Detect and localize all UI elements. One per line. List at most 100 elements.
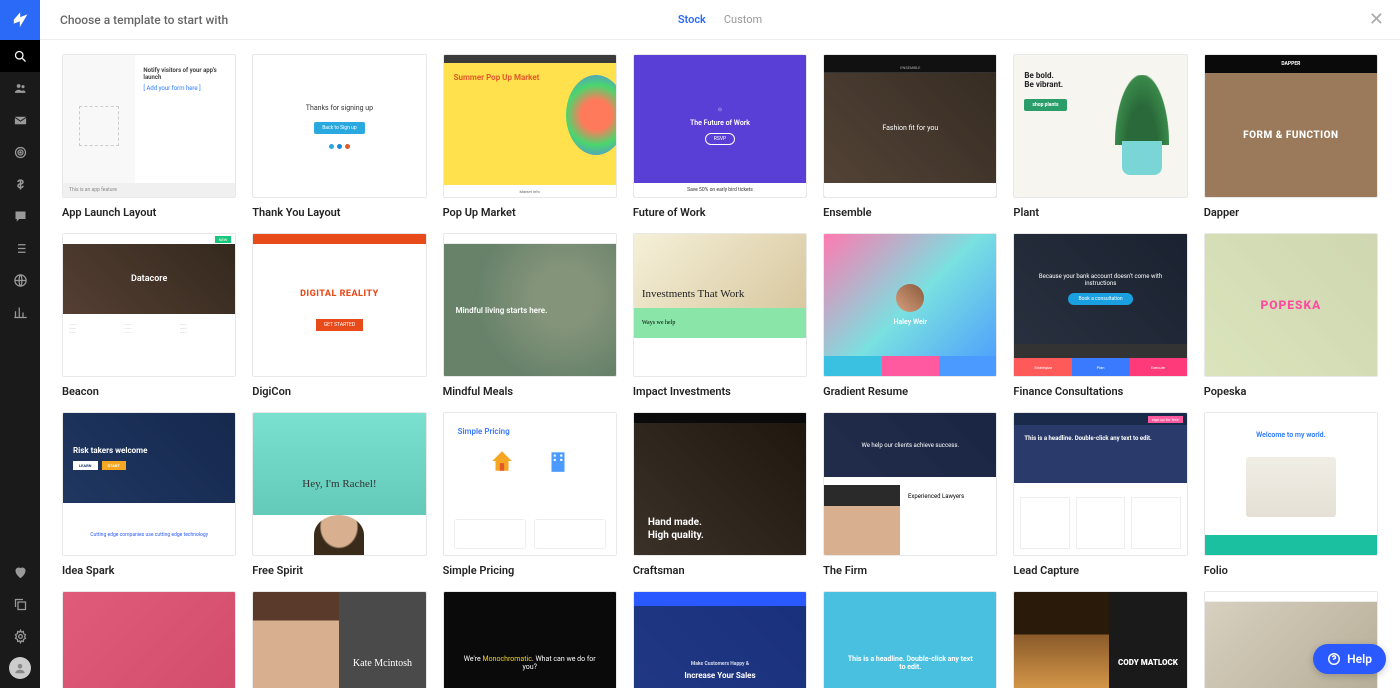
thumb-heading: DIGITAL REALITY — [300, 289, 379, 299]
template-card[interactable]: ENSEMBLE Fashion fit for you Ensemble — [823, 54, 997, 219]
template-card[interactable]: Kate Mcintosh — [252, 591, 426, 688]
thumb-heading: Fashion fit for you — [824, 73, 996, 183]
template-thumbnail: Make Customers Happy & Increase Your Sal… — [633, 591, 807, 688]
template-name: Future of Work — [633, 206, 807, 219]
template-card[interactable]: Summer Pop Up Market Market Info Pop Up … — [443, 54, 617, 219]
nav-billing[interactable] — [0, 168, 40, 200]
nav-account-avatar[interactable] — [0, 652, 40, 684]
tab-stock[interactable]: Stock — [678, 13, 706, 26]
nav-target[interactable] — [0, 136, 40, 168]
template-card[interactable]: Because your bank account doesn't come w… — [1013, 233, 1187, 398]
template-card[interactable]: CODY MATLOCK — [1013, 591, 1187, 688]
thumb-button: sign up for free — [1148, 416, 1183, 423]
nav-favorites[interactable] — [0, 556, 40, 588]
thumb-heading: CODY MATLOCK — [1109, 592, 1187, 688]
template-card[interactable]: Investments That Work Ways we help Impac… — [633, 233, 807, 398]
template-card[interactable]: Hey, I'm Rachel! Free Spirit — [252, 412, 426, 577]
thumb-heading: Investments That Work — [642, 288, 745, 300]
template-card[interactable]: This is a headline. Double-click any tex… — [823, 591, 997, 688]
template-card[interactable]: DAPPER FORM & FUNCTION Dapper — [1204, 54, 1378, 219]
template-card[interactable]: DIGITAL REALITY GET STARTED DigiCon — [252, 233, 426, 398]
template-name: Plant — [1013, 206, 1187, 219]
template-card[interactable]: Notify visitors of your app's launch [ A… — [62, 54, 236, 219]
thumb-caption: This is an app feature — [63, 183, 235, 197]
template-card[interactable]: Hand made. High quality. Craftsman — [633, 412, 807, 577]
template-name: Finance Consultations — [1013, 385, 1187, 398]
template-card[interactable]: Mindful living starts here. Mindful Meal… — [443, 233, 617, 398]
thumb-tab: Execute — [1129, 358, 1186, 376]
app-logo[interactable] — [0, 0, 40, 40]
template-thumbnail: Thanks for signing up Back to Sign up — [252, 54, 426, 198]
thumb-heading: Increase Your Sales — [684, 671, 755, 680]
template-card[interactable]: Welcome to my world. Folio — [1204, 412, 1378, 577]
tab-custom[interactable]: Custom — [724, 13, 762, 26]
template-thumbnail: DIGITAL REALITY GET STARTED — [252, 233, 426, 377]
thumb-caption: Cutting edge companies use cutting edge … — [63, 515, 235, 555]
template-name: Lead Capture — [1013, 564, 1187, 577]
template-card[interactable]: Thanks for signing up Back to Sign up Th… — [252, 54, 426, 219]
template-card[interactable]: Be bold. Be vibrant. shop plants Plant — [1013, 54, 1187, 219]
thumb-heading: Notify visitors of your app's launch — [143, 67, 227, 81]
thumb-heading: POPESKA — [1205, 234, 1377, 376]
template-name: App Launch Layout — [62, 206, 236, 219]
template-name: Pop Up Market — [443, 206, 617, 219]
template-thumbnail: Haley Weir — [823, 233, 997, 377]
main-panel: Choose a template to start with Stock Cu… — [40, 0, 1400, 688]
template-card[interactable]: Make Customers Happy & Increase Your Sal… — [633, 591, 807, 688]
template-thumbnail: We're Monochromatic. What can we do for … — [443, 591, 617, 688]
template-card[interactable]: sign up for free This is a headline. Dou… — [1013, 412, 1187, 577]
template-card[interactable]: Risk takers welcome LEARNSTART Cutting e… — [62, 412, 236, 577]
nav-globe[interactable] — [0, 264, 40, 296]
nav-settings[interactable] — [0, 620, 40, 652]
nav-list[interactable] — [0, 232, 40, 264]
template-name: Ensemble — [823, 206, 997, 219]
template-name: Gradient Resume — [823, 385, 997, 398]
template-card[interactable]: We help our clients achieve success. Exp… — [823, 412, 997, 577]
template-thumbnail: CODY MATLOCK — [1013, 591, 1187, 688]
nav-chat[interactable] — [0, 200, 40, 232]
thumb-heading: FORM & FUNCTION — [1205, 73, 1377, 197]
thumb-heading: Datacore — [63, 244, 235, 314]
template-thumbnail: Kate Mcintosh — [252, 591, 426, 688]
thumb-heading: We help our clients achieve success. — [824, 413, 996, 477]
template-thumbnail: NEW Datacore ——————————————————————————— — [62, 233, 236, 377]
thumb-caption: Market Info — [444, 185, 616, 197]
template-name: Idea Spark — [62, 564, 236, 577]
template-name: The Firm — [823, 564, 997, 577]
template-name: Folio — [1204, 564, 1378, 577]
thumb-heading: Mindful living starts here. — [456, 306, 604, 315]
template-thumbnail: We help our clients achieve success. Exp… — [823, 412, 997, 556]
template-name: Impact Investments — [633, 385, 807, 398]
help-button[interactable]: Help — [1313, 644, 1386, 674]
template-thumbnail: Risk takers welcome LEARNSTART Cutting e… — [62, 412, 236, 556]
template-thumbnail: sign up for free This is a headline. Dou… — [1013, 412, 1187, 556]
thumb-caption: Experienced Lawyers — [900, 485, 996, 555]
thumb-button: Back to Sign up — [314, 122, 364, 134]
template-thumbnail: Because your bank account doesn't come w… — [1013, 233, 1187, 377]
template-card[interactable]: Haley Weir Gradient Resume — [823, 233, 997, 398]
template-thumbnail: Be bold. Be vibrant. shop plants — [1013, 54, 1187, 198]
template-card[interactable]: We're Monochromatic. What can we do for … — [443, 591, 617, 688]
template-card[interactable]: Simple Pricing Simple Pricing — [443, 412, 617, 577]
nav-audience[interactable] — [0, 72, 40, 104]
thumb-tab: Plan — [1072, 358, 1129, 376]
nav-analytics[interactable] — [0, 296, 40, 328]
template-card[interactable]: Hi, I'm Katie. — [62, 591, 236, 688]
nav-copy[interactable] — [0, 588, 40, 620]
template-thumbnail: Notify visitors of your app's launch [ A… — [62, 54, 236, 198]
nav-search[interactable] — [0, 40, 40, 72]
template-card[interactable]: POPESKA Popeska — [1204, 233, 1378, 398]
template-thumbnail: Hand made. High quality. — [633, 412, 807, 556]
nav-mail[interactable] — [0, 104, 40, 136]
close-icon[interactable]: ✕ — [1369, 11, 1384, 29]
template-gallery: Notify visitors of your app's launch [ A… — [40, 40, 1400, 688]
template-card[interactable]: NEW Datacore ———————————————————————————… — [62, 233, 236, 398]
thumb-logo: DAPPER — [1281, 61, 1300, 67]
thumb-heading: Hand made. — [648, 517, 792, 528]
template-card[interactable]: ⊙ The Future of Work RSVP Save 50% on ea… — [633, 54, 807, 219]
thumb-heading: Haley Weir — [893, 318, 927, 326]
template-name: Craftsman — [633, 564, 807, 577]
template-name: Simple Pricing — [443, 564, 617, 577]
thumb-subheading: Be vibrant. — [1024, 80, 1090, 89]
template-thumbnail: Hi, I'm Katie. — [62, 591, 236, 688]
